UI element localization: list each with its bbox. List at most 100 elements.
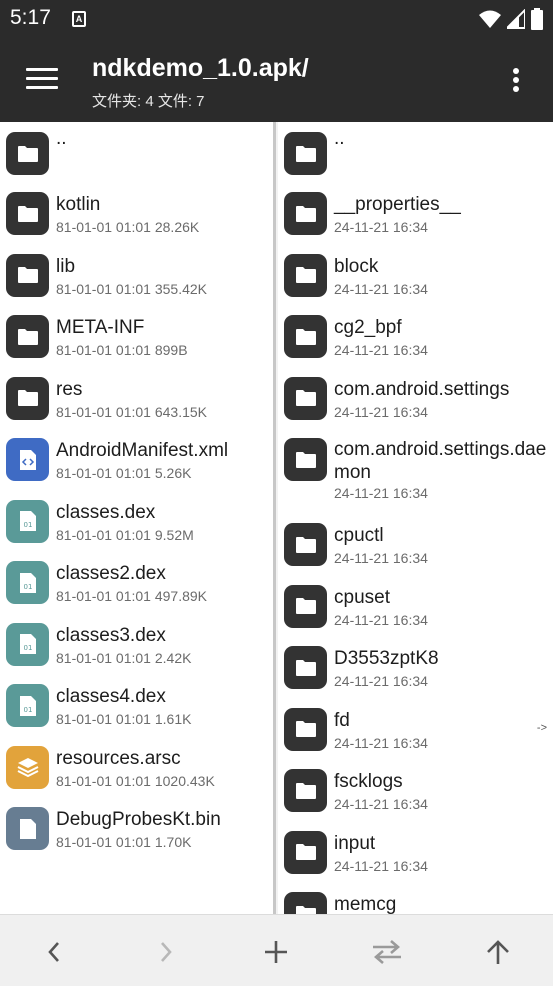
file-name: com.android.settings.daemon xyxy=(334,439,547,483)
file-meta: 81-01-01 01:01 2.42K xyxy=(56,649,192,666)
file-name: fscklogs xyxy=(334,771,403,792)
file-meta: 81-01-01 01:01 5.26K xyxy=(56,465,192,481)
file-list-item[interactable]: com.android.settings 24-11-21 16:34 xyxy=(278,367,553,429)
dex-file-icon: 01 xyxy=(6,561,49,604)
file-list-item[interactable]: res 81-01-01 01:01 643.15K xyxy=(0,367,273,429)
parent-directory-item[interactable]: .. xyxy=(0,122,273,182)
file-name: input xyxy=(334,832,376,854)
file-meta: 81-01-01 01:01 28.26K xyxy=(56,219,200,235)
file-meta: 81-01-01 01:01 9.52M xyxy=(56,526,194,543)
folder-icon xyxy=(284,646,327,689)
file-name: cg2_bpf xyxy=(334,317,402,338)
file-name: cpuset xyxy=(334,586,390,608)
file-meta: 24-11-21 16:34 xyxy=(334,485,428,501)
file-meta: 24-11-21 16:34 xyxy=(334,611,428,628)
up-arrow-icon[interactable] xyxy=(478,935,518,969)
folder-icon xyxy=(284,584,327,628)
file-list-item[interactable]: D3553zptK8 24-11-21 16:34 xyxy=(278,636,553,698)
status-time: 5:17 xyxy=(10,6,51,29)
file-name: classes.dex xyxy=(56,501,156,523)
forward-icon[interactable] xyxy=(146,935,186,969)
file-list-item[interactable]: 01 classes3.dex 81-01-01 01:01 2.42K xyxy=(0,613,273,675)
folder-icon xyxy=(284,315,327,358)
file-list-item[interactable]: cpuctl 24-11-21 16:34 xyxy=(278,513,553,575)
notification-a-icon: A xyxy=(72,11,86,27)
file-list-item[interactable]: 01 classes4.dex 81-01-01 01:01 1.61K xyxy=(0,674,273,736)
xml-file-icon xyxy=(6,438,49,481)
file-list-item[interactable]: resources.arsc 81-01-01 01:01 1020.43K xyxy=(0,736,273,798)
svg-text:01: 01 xyxy=(23,521,32,529)
file-list-item[interactable]: memcg xyxy=(278,882,553,914)
svg-text:01: 01 xyxy=(23,583,32,591)
folder-icon xyxy=(284,376,327,420)
add-icon[interactable] xyxy=(256,935,296,969)
file-list-item[interactable]: META-INF 81-01-01 01:01 899B xyxy=(0,305,273,367)
folder-icon xyxy=(284,769,327,812)
file-list-item[interactable]: AndroidManifest.xml 81-01-01 01:01 5.26K xyxy=(0,428,273,490)
file-list-item[interactable]: input 24-11-21 16:34 xyxy=(278,821,553,883)
page-subtitle: 文件夹: 4 文件: 7 xyxy=(92,93,205,110)
status-bar: 5:17 A xyxy=(0,0,553,38)
swap-icon[interactable] xyxy=(367,935,407,969)
file-list-item[interactable]: __properties__ 24-11-21 16:34 xyxy=(278,182,553,244)
file-name: res xyxy=(56,378,83,400)
file-name: cpuctl xyxy=(334,525,384,546)
file-name: lib xyxy=(56,255,76,277)
file-list-item[interactable]: 01 classes2.dex 81-01-01 01:01 497.89K xyxy=(0,551,273,613)
bottom-action-bar xyxy=(0,914,553,986)
file-list-item[interactable]: cpuset 24-11-21 16:34 xyxy=(278,575,553,637)
file-name: memcg xyxy=(334,894,397,914)
file-list-item[interactable]: kotlin 81-01-01 01:01 28.26K xyxy=(0,182,273,244)
right-file-list: __properties__ 24-11-21 16:34 block 24-11-2… xyxy=(278,182,553,914)
file-list-item[interactable]: cg2_bpf 24-11-21 16:34 xyxy=(278,305,553,367)
file-meta: 24-11-21 16:34 xyxy=(334,673,428,689)
file-name: resources.arsc xyxy=(56,747,181,769)
file-list-item[interactable]: lib 81-01-01 01:01 355.42K xyxy=(0,244,273,306)
back-icon[interactable] xyxy=(34,935,74,969)
folder-icon xyxy=(284,192,327,235)
file-list-item[interactable]: fscklogs 24-11-21 16:34 xyxy=(278,759,553,821)
folder-icon xyxy=(284,523,327,566)
file-list-item[interactable]: com.android.settings.daemon 24-11-21 16:3… xyxy=(278,428,553,513)
file-meta: 81-01-01 01:01 1.61K xyxy=(56,711,192,727)
file-meta: 24-11-21 16:34 xyxy=(334,403,428,420)
file-name: kotlin xyxy=(56,194,101,215)
file-meta: 81-01-01 01:01 643.15K xyxy=(56,403,208,420)
generic-file-icon xyxy=(6,807,49,850)
folder-icon xyxy=(284,438,327,481)
file-list-item[interactable]: block 24-11-21 16:34 xyxy=(278,244,553,306)
file-list-item[interactable]: DebugProbesKt.bin 81-01-01 01:01 1.70K xyxy=(0,797,273,859)
dex-file-icon: 01 xyxy=(6,622,49,666)
file-name: classes3.dex xyxy=(56,624,166,646)
app-toolbar: ndkdemo_1.0.apk/ 文件夹: 4 文件: 7 xyxy=(0,38,553,122)
file-name: classes4.dex xyxy=(56,686,166,707)
file-name: META-INF xyxy=(56,317,145,338)
folder-icon xyxy=(284,892,327,914)
parent-directory-item[interactable]: .. xyxy=(278,122,553,182)
file-name: __properties__ xyxy=(334,194,461,215)
folder-icon xyxy=(6,315,49,358)
more-options-icon[interactable] xyxy=(513,68,521,94)
left-file-pane[interactable]: .. kotlin 81-01-01 01:01 28.26K lib 81-01-0… xyxy=(0,122,276,914)
dex-file-icon: 01 xyxy=(6,499,49,543)
file-name: classes2.dex xyxy=(56,563,166,584)
file-meta: 24-11-21 16:34 xyxy=(334,857,428,874)
file-meta: 24-11-21 16:34 xyxy=(334,219,428,235)
folder-icon xyxy=(6,253,49,297)
dex-file-icon: 01 xyxy=(6,684,49,727)
file-list-item[interactable]: 01 classes.dex 81-01-01 01:01 9.52M xyxy=(0,490,273,552)
folder-icon xyxy=(6,376,49,420)
folder-icon xyxy=(284,132,327,175)
menu-icon[interactable] xyxy=(26,68,58,92)
signal-icon xyxy=(507,9,525,29)
file-name: AndroidManifest.xml xyxy=(56,440,229,461)
file-list-item[interactable]: fd 24-11-21 16:34 -> xyxy=(278,698,553,760)
file-name: DebugProbesKt.bin xyxy=(56,809,221,830)
file-meta: 81-01-01 01:01 355.42K xyxy=(56,280,208,297)
right-file-pane[interactable]: .. __properties__ 24-11-21 16:34 block 24-1… xyxy=(278,122,553,914)
svg-text:01: 01 xyxy=(23,706,32,714)
file-meta: 24-11-21 16:34 xyxy=(334,342,428,358)
file-meta: 24-11-21 16:34 xyxy=(334,280,428,297)
file-meta: 24-11-21 16:34 xyxy=(334,734,428,751)
file-name: com.android.settings xyxy=(334,378,510,400)
